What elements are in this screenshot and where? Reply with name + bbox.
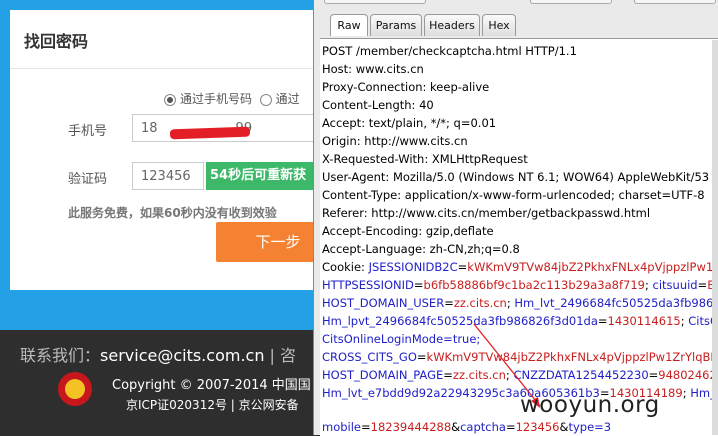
annotation-arrow-icon: [473, 323, 541, 408]
watermark-text: wooyun.org: [520, 392, 660, 418]
